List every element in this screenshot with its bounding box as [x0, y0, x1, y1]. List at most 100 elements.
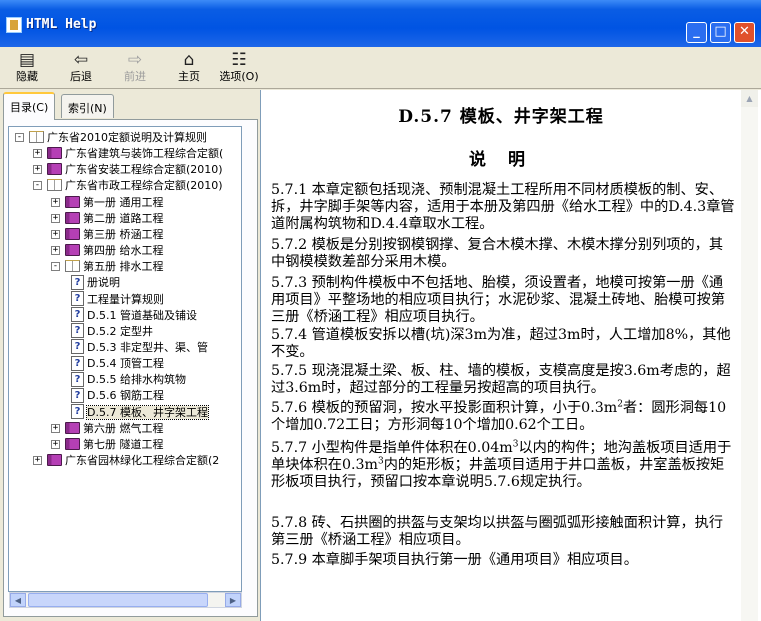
tree-node-label: D.5.5 给排水构筑物: [87, 373, 186, 387]
tree-node[interactable]: 广东省安装工程综合定额(2010): [47, 162, 223, 178]
closed-book-icon: [65, 244, 80, 257]
expand-icon[interactable]: +: [51, 423, 60, 433]
help-page-icon: ?: [71, 371, 84, 387]
help-page-icon: ?: [71, 387, 84, 403]
tree-node[interactable]: ? D.5.5 给排水构筑物: [71, 371, 186, 388]
toolbar: ▤ 隐藏 ⇦ 后退 ⇨ 前进 ⌂ 主页 ☷ 选项(O): [0, 47, 761, 89]
topic-paragraph: 5.7.4 管道模板安拆以槽(坑)深3m为准，超过3m时，人工增加8%，其他不变…: [271, 327, 731, 360]
tree-node-label: 第七册 隧道工程: [83, 437, 164, 451]
topic-title: D.5.7 模板、井字架工程: [398, 107, 604, 127]
title-bar[interactable]: HTML Help _ □ ✕: [0, 0, 761, 47]
nav-tabs: 目录(C) 索引(N): [3, 91, 258, 120]
hide-icon: ▤: [18, 50, 36, 70]
tree-node-label: D.5.2 定型井: [87, 324, 153, 338]
maximize-button[interactable]: □: [710, 22, 731, 43]
tab-contents[interactable]: 目录(C): [3, 92, 56, 120]
open-book-icon: [65, 260, 80, 273]
expand-icon[interactable]: +: [51, 213, 60, 223]
tree-node[interactable]: ? D.5.4 顶管工程: [71, 355, 164, 372]
help-page-icon: ?: [71, 339, 84, 355]
expand-icon[interactable]: +: [51, 229, 60, 239]
close-button[interactable]: ✕: [734, 22, 755, 43]
scroll-thumb[interactable]: [28, 593, 208, 607]
tree-node[interactable]: 第七册 隧道工程: [65, 437, 164, 453]
toolbar-label: 主页: [178, 70, 200, 83]
home-icon: ⌂: [183, 50, 195, 70]
scroll-up-icon[interactable]: ▲: [741, 90, 758, 107]
toolbar-hide-button[interactable]: ▤ 隐藏: [4, 49, 50, 87]
tree-node[interactable]: 第二册 道路工程: [65, 211, 164, 227]
toolbar-label: 隐藏: [16, 70, 38, 83]
tree-node[interactable]: 广东省2010定额说明及计算规则: [29, 130, 207, 146]
navigation-pane: 目录(C) 索引(N) - 广东省2010定额说明及计算规则 + 广东省建筑与装饰工程…: [3, 91, 258, 617]
tree-node-label: 广东省2010定额说明及计算规则: [47, 131, 207, 144]
expand-icon[interactable]: +: [51, 246, 60, 256]
help-page-icon: ?: [71, 404, 84, 420]
toolbar-back-arrow-button[interactable]: ⇦ 后退: [58, 49, 104, 87]
tree-node[interactable]: 第四册 给水工程: [65, 243, 164, 259]
toolbar-home-button[interactable]: ⌂ 主页: [166, 49, 212, 87]
tree-node[interactable]: ? 工程量计算规则: [71, 291, 164, 308]
tree-node-label: 第三册 桥涵工程: [83, 227, 164, 241]
minimize-button[interactable]: _: [686, 22, 707, 43]
topic-content-pane: D.5.7 模板、井字架工程 说 明 5.7.1 本章定额包括现浇、预制混凝土工…: [260, 90, 761, 621]
tree-node[interactable]: 第五册 排水工程: [65, 259, 164, 275]
scroll-left-icon[interactable]: ◀: [10, 593, 26, 607]
tree-node[interactable]: 广东省园林绿化工程综合定额(2: [47, 453, 219, 469]
collapse-icon[interactable]: -: [51, 262, 60, 272]
tree-node[interactable]: ? D.5.2 定型井: [71, 323, 153, 340]
tree-node[interactable]: 第三册 桥涵工程: [65, 227, 164, 243]
tree-node[interactable]: 第一册 通用工程: [65, 195, 164, 211]
content-vertical-scrollbar[interactable]: ▲: [741, 90, 758, 621]
back-arrow-icon: ⇦: [73, 50, 89, 70]
tree-horizontal-scrollbar[interactable]: ◀ ▶: [9, 592, 242, 608]
expand-icon[interactable]: +: [33, 165, 42, 175]
scroll-right-icon[interactable]: ▶: [225, 593, 241, 607]
closed-book-icon: [47, 147, 62, 160]
toolbar-options-button[interactable]: ☷ 选项(O): [216, 49, 262, 87]
expand-icon[interactable]: +: [51, 439, 60, 449]
tree-node-label: 广东省市政工程综合定额(2010): [65, 179, 223, 193]
contents-tab-panel: - 广东省2010定额说明及计算规则 + 广东省建筑与装饰工程综合定额( + 广东省安装工…: [3, 119, 258, 617]
expand-icon[interactable]: +: [51, 197, 60, 207]
tree-node[interactable]: ? 册说明: [71, 274, 120, 291]
topic-paragraph: 5.7.5 现浇混凝土梁、板、柱、墙的模板，支模高度是按3.6m考虑的，超过3.…: [271, 363, 731, 396]
tree-node[interactable]: ? D.5.3 非定型井、渠、管: [71, 339, 208, 356]
toolbar-label: 后退: [70, 70, 92, 83]
expand-icon[interactable]: +: [33, 456, 42, 465]
help-page-icon: ?: [71, 355, 84, 371]
tree-node[interactable]: 广东省建筑与装饰工程综合定额(: [47, 146, 223, 162]
tree-node-label: 广东省建筑与装饰工程综合定额(: [65, 147, 224, 161]
topic-paragraph: 5.7.7 小型构件是指单件体积在0.04m3以内的构件；地沟盖板项目适用于单块…: [271, 439, 732, 490]
topic-paragraph: 5.7.8 砖、石拱圈的拱盔与支架均以拱盔与圈弧弧形接触面积计算，执行第三册《桥…: [271, 515, 724, 548]
topic-paragraph: 5.7.3 预制构件模板中不包括地、胎模，须设置者，地模可按第一册《通用项目》平…: [271, 275, 726, 325]
tree-node-label: 广东省园林绿化工程综合定额(2: [65, 454, 220, 467]
toolbar-forward-arrow-button[interactable]: ⇨ 前进: [112, 49, 158, 87]
tree-node[interactable]: 广东省市政工程综合定额(2010): [47, 178, 223, 194]
closed-book-icon: [47, 163, 62, 176]
tree-node[interactable]: ? D.5.7 模板、井字架工程: [71, 404, 209, 421]
tree-node-label: 册说明: [87, 276, 120, 290]
tab-index[interactable]: 索引(N): [61, 94, 114, 118]
tree-node[interactable]: ? D.5.1 管道基础及铺设: [71, 307, 197, 324]
collapse-icon[interactable]: -: [15, 133, 24, 142]
help-page-icon: ?: [71, 291, 84, 306]
closed-book-icon: [47, 454, 62, 466]
tree-node-label: 工程量计算规则: [87, 292, 164, 306]
open-book-icon: [47, 179, 62, 192]
closed-book-icon: [65, 421, 80, 434]
html-help-window: HTML Help _ □ ✕ ▤ 隐藏 ⇦ 后退 ⇨ 前进 ⌂ 主页 ☷ 选项(O) 目录(C)…: [0, 0, 761, 621]
expand-icon[interactable]: +: [33, 149, 42, 159]
topic-paragraph: 5.7.6 模板的预留洞，按水平投影面积计算，小于0.3m2者：圆形洞每10个增…: [271, 399, 727, 433]
forward-arrow-icon: ⇨: [127, 50, 143, 70]
tree-node-label: 第一册 通用工程: [83, 195, 164, 209]
tree-node-label: 第四册 给水工程: [83, 244, 164, 258]
collapse-icon[interactable]: -: [33, 181, 42, 191]
tree-node[interactable]: 第六册 燃气工程: [65, 421, 164, 437]
closed-book-icon: [65, 195, 80, 208]
tree-node[interactable]: ? D.5.6 钢筋工程: [71, 387, 164, 404]
help-page-icon: ?: [71, 307, 84, 323]
contents-tree[interactable]: - 广东省2010定额说明及计算规则 + 广东省建筑与装饰工程综合定额( + 广东省安装工…: [8, 126, 242, 592]
topic-subtitle: 说 明: [469, 150, 533, 170]
options-icon: ☷: [231, 50, 247, 70]
